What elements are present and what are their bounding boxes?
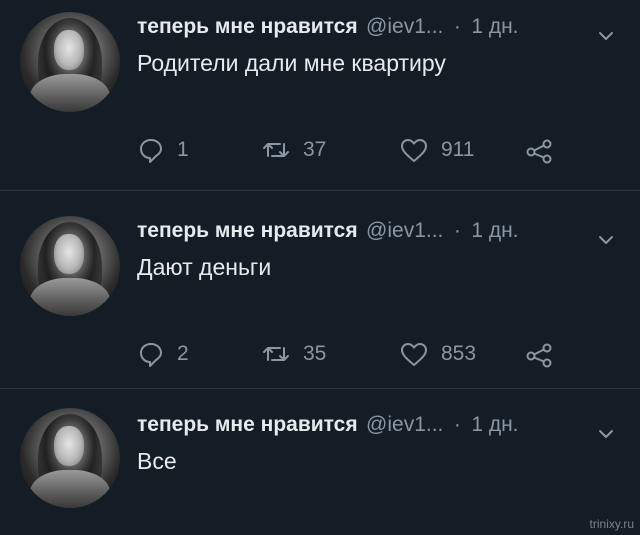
timestamp[interactable]: 1 дн. bbox=[471, 413, 518, 436]
like-count: 853 bbox=[441, 342, 477, 365]
share-icon bbox=[526, 343, 552, 368]
display-name[interactable]: теперь мне нравится bbox=[137, 413, 358, 436]
avatar-shoulder bbox=[30, 278, 110, 316]
tweet-2[interactable]: теперь мне нравится @iev1... · 1 дн. Даю… bbox=[0, 192, 640, 387]
reply-count: 1 bbox=[177, 138, 189, 161]
reply-button[interactable]: 2 bbox=[137, 337, 189, 371]
like-button[interactable]: 853 bbox=[399, 337, 476, 371]
timestamp[interactable]: 1 дн. bbox=[471, 15, 518, 38]
like-count: 911 bbox=[441, 138, 475, 161]
divider bbox=[0, 190, 640, 191]
user-handle[interactable]: @iev1... bbox=[366, 219, 443, 242]
header-separator: · bbox=[453, 413, 461, 436]
retweet-count: 35 bbox=[303, 342, 327, 365]
watermark: trinixy.ru bbox=[589, 517, 634, 531]
tweet-text: Родители дали мне квартиру bbox=[137, 50, 446, 76]
avatar-shoulder bbox=[30, 74, 110, 112]
chevron-down-icon[interactable] bbox=[597, 231, 615, 249]
tweet-3[interactable]: теперь мне нравится @iev1... · 1 дн. Все bbox=[0, 390, 640, 535]
share-button[interactable] bbox=[525, 337, 555, 371]
chevron-down-icon[interactable] bbox=[597, 27, 615, 45]
user-handle[interactable]: @iev1... bbox=[366, 15, 443, 38]
avatar[interactable] bbox=[20, 408, 120, 508]
reply-icon bbox=[140, 343, 162, 367]
tweet-text: Дают деньги bbox=[137, 254, 272, 280]
avatar-face bbox=[54, 426, 84, 466]
share-button[interactable] bbox=[525, 133, 555, 167]
tweet-actions: 1 37 911 bbox=[137, 133, 597, 167]
tweet-text: Все bbox=[137, 448, 177, 474]
header-separator: · bbox=[453, 219, 461, 242]
tweet-1[interactable]: теперь мне нравится @iev1... · 1 дн. Род… bbox=[0, 0, 640, 185]
avatar-shoulder bbox=[30, 470, 110, 508]
display-name[interactable]: теперь мне нравится bbox=[137, 219, 358, 242]
timestamp[interactable]: 1 дн. bbox=[471, 219, 518, 242]
reply-count: 2 bbox=[177, 342, 189, 365]
reply-button[interactable]: 1 bbox=[137, 133, 189, 167]
retweet-button[interactable]: 35 bbox=[261, 337, 326, 371]
avatar[interactable] bbox=[20, 12, 120, 112]
tweet-header: теперь мне нравится @iev1... · 1 дн. bbox=[137, 408, 607, 442]
retweet-button[interactable]: 37 bbox=[261, 133, 326, 167]
chevron-down-icon[interactable] bbox=[597, 425, 615, 443]
like-icon bbox=[401, 343, 427, 366]
tweet-actions: 2 35 853 bbox=[137, 337, 597, 371]
retweet-icon bbox=[263, 143, 289, 157]
share-icon bbox=[526, 139, 552, 164]
avatar[interactable] bbox=[20, 216, 120, 316]
tweet-header: теперь мне нравится @iev1... · 1 дн. bbox=[137, 10, 607, 44]
avatar-face bbox=[54, 30, 84, 70]
header-separator: · bbox=[453, 15, 461, 38]
display-name[interactable]: теперь мне нравится bbox=[137, 15, 358, 38]
user-handle[interactable]: @iev1... bbox=[366, 413, 443, 436]
retweet-icon bbox=[263, 347, 289, 361]
divider bbox=[0, 388, 640, 389]
tweet-header: теперь мне нравится @iev1... · 1 дн. bbox=[137, 214, 607, 248]
like-icon bbox=[401, 139, 427, 162]
retweet-count: 37 bbox=[303, 138, 327, 161]
like-button[interactable]: 911 bbox=[399, 133, 474, 167]
reply-icon bbox=[140, 139, 162, 163]
avatar-face bbox=[54, 234, 84, 274]
